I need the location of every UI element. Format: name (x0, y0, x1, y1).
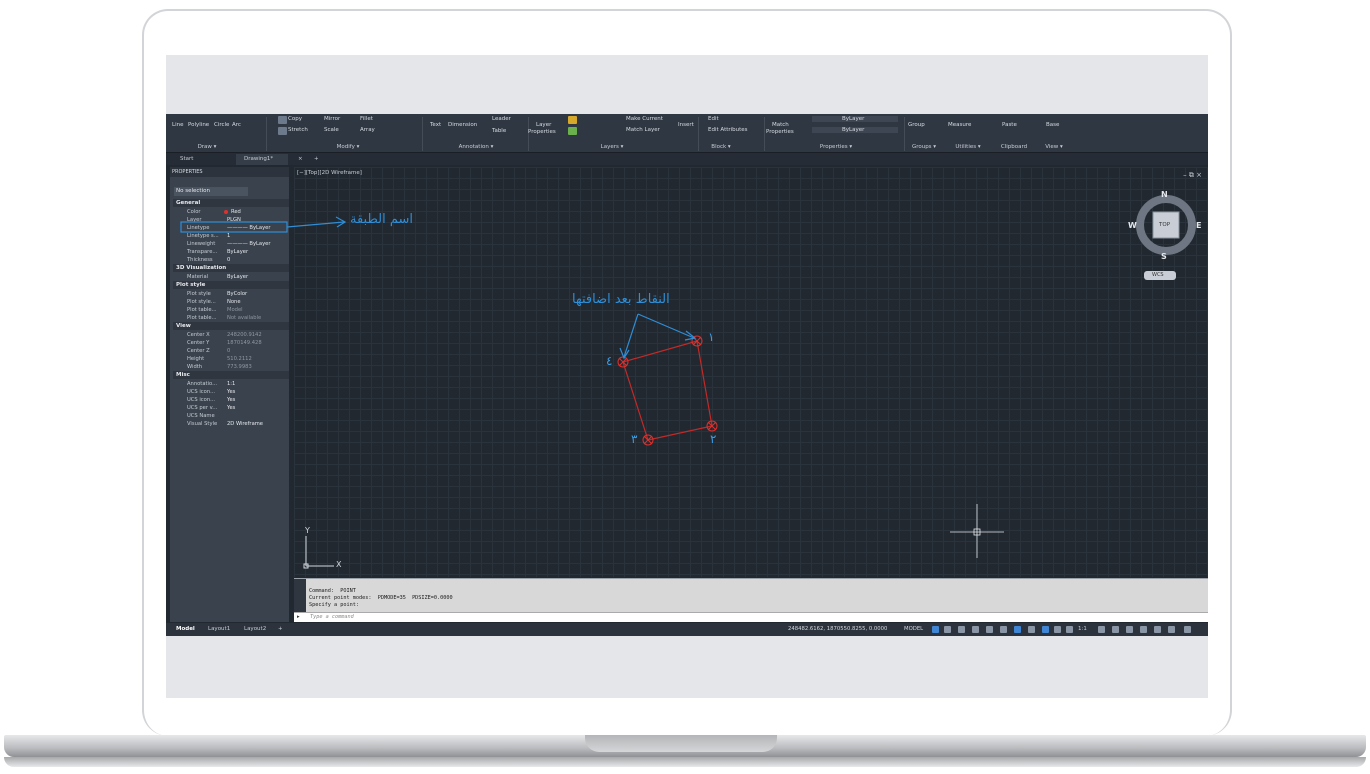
ucs-icon (303, 536, 334, 569)
command-placeholder: Type a command (310, 614, 354, 620)
points-arrowhead-1 (684, 330, 697, 341)
add-layout-button[interactable]: + (278, 623, 283, 636)
viewcube-west[interactable]: W (1128, 221, 1137, 230)
points-arrow-2 (623, 313, 639, 358)
auto-scale-icon[interactable] (1054, 626, 1061, 633)
point-marker-4[interactable] (617, 356, 629, 368)
annotation-layer-name: اسم الطبقة (350, 212, 413, 227)
command-prompt-icon: ▸ (297, 614, 300, 620)
annotation-monitor-icon[interactable] (1112, 626, 1119, 633)
viewcube-top-face[interactable]: TOP (1159, 222, 1170, 228)
viewcube-east[interactable]: E (1196, 221, 1201, 230)
layer-highlight-box (180, 221, 288, 233)
command-line-3: Specify a point: (309, 602, 359, 608)
autocad-window: Line Polyline Circle Arc Draw ▾ Copy Mir… (166, 114, 1208, 636)
isodraft-icon[interactable] (986, 626, 993, 633)
ucs-y-label: Y (305, 526, 310, 535)
annotation-scale-value[interactable]: 1:1 (1078, 623, 1087, 636)
layer-arrow (286, 221, 345, 228)
point-marker-3[interactable] (642, 434, 654, 446)
snap-icon[interactable] (944, 626, 951, 633)
viewcube[interactable] (1136, 195, 1196, 280)
viewcube-north[interactable]: N (1161, 190, 1168, 199)
workspace-gear-icon[interactable] (1098, 626, 1105, 633)
viewcube-south[interactable]: S (1161, 252, 1167, 261)
customization-menu-icon[interactable] (1184, 626, 1191, 633)
point-marker-2[interactable] (706, 420, 718, 432)
fullscreen-icon[interactable] (1168, 626, 1175, 633)
point-label-1: ١ (708, 330, 715, 344)
ortho-icon[interactable] (958, 626, 965, 633)
points-arrow-1 (637, 313, 695, 339)
point-label-2: ٢ (710, 432, 717, 446)
object-snap-tracking-icon[interactable] (1000, 626, 1007, 633)
annotation-scale-icon[interactable] (1066, 626, 1073, 633)
object-snap-icon[interactable] (1014, 626, 1021, 633)
annotation-visibility-icon[interactable] (1042, 626, 1049, 633)
drawing-overlay (180, 195, 1196, 569)
point-label-3: ٣ (631, 432, 638, 446)
ucs-x-label: X (336, 560, 342, 569)
wcs-menu[interactable]: WCS (1152, 272, 1164, 278)
grid-icon[interactable] (932, 626, 939, 633)
command-line-1: Command: POINT (309, 588, 356, 594)
annotation-points-added: النقاط بعد اضافتها (572, 292, 670, 307)
quick-properties-icon[interactable] (1140, 626, 1147, 633)
command-input[interactable]: ▸ Type a command (294, 612, 1208, 622)
cursor-crosshair (950, 504, 1004, 558)
command-line-2: Current point modes: PDMODE=35 PDSIZE=0.… (309, 595, 453, 601)
lineweight-icon[interactable] (1028, 626, 1035, 633)
model-tab[interactable]: Model (176, 623, 195, 636)
units-icon[interactable] (1126, 626, 1133, 633)
points-arrowhead-2 (619, 347, 630, 360)
laptop-notch (585, 735, 777, 752)
model-space-button[interactable]: MODEL (904, 623, 923, 636)
polygon-plgn[interactable] (622, 340, 713, 441)
cursor-coordinates: 248482.6162, 1870550.8255, 0.0000 (788, 626, 888, 632)
isolate-objects-icon[interactable] (1154, 626, 1161, 633)
point-label-4: ٤ (606, 354, 613, 368)
polar-icon[interactable] (972, 626, 979, 633)
layout2-tab[interactable]: Layout2 (244, 623, 266, 636)
layout1-tab[interactable]: Layout1 (208, 623, 230, 636)
status-bar: Model Layout1 Layout2 + 248482.6162, 187… (166, 623, 1208, 636)
